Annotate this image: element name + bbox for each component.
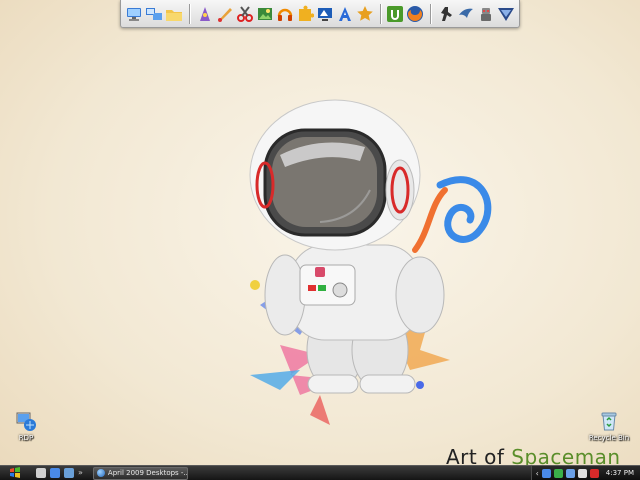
clock[interactable]: 4:37 PM (606, 469, 634, 477)
folder-icon[interactable] (165, 5, 183, 23)
wizard-icon[interactable] (196, 5, 214, 23)
desktop-icon-rdp[interactable]: RDP (4, 410, 48, 442)
dock-group-games (437, 5, 515, 23)
picture-icon[interactable] (256, 5, 274, 23)
taskbar: » April 2009 Desktops -... ‹ 4:37 PM (0, 465, 640, 480)
utorrent-icon[interactable] (386, 5, 404, 23)
tray-expand-icon[interactable]: ‹ (536, 469, 539, 478)
firefox-icon[interactable] (406, 5, 424, 23)
dock-group-system (125, 5, 183, 23)
start-button[interactable] (0, 466, 30, 480)
explorer-icon[interactable] (50, 468, 60, 478)
dock-separator (189, 3, 190, 24)
tray-update-icon[interactable] (553, 468, 563, 478)
dock-group-tools (196, 5, 374, 23)
system-tray: ‹ 4:37 PM (530, 465, 640, 480)
shield-logo-icon[interactable] (497, 5, 515, 23)
dock-separator (379, 3, 381, 24)
tray-network-icon[interactable] (541, 468, 551, 478)
media-icon[interactable] (64, 468, 74, 478)
show-desktop-icon[interactable] (36, 468, 46, 478)
desktop-icon-recycle-bin[interactable]: Recycle Bin (587, 410, 631, 442)
puzzle-icon[interactable] (296, 5, 314, 23)
taskbar-window-button[interactable]: April 2009 Desktops -... (92, 466, 188, 480)
wing-icon[interactable] (457, 5, 475, 23)
browser-icon (96, 469, 105, 477)
monitor-icon[interactable] (316, 5, 334, 23)
desktop-icon-label: Recycle Bin (588, 434, 630, 442)
quick-launch-more-icon[interactable]: » (78, 468, 83, 478)
robot-icon[interactable] (477, 5, 495, 23)
recycle-bin-icon (601, 412, 617, 431)
computer-icon[interactable] (125, 5, 143, 23)
counter-strike-icon[interactable] (437, 5, 455, 23)
network-icon[interactable] (145, 5, 163, 23)
star-icon[interactable] (356, 5, 374, 23)
windows-logo-icon (10, 467, 20, 478)
tray-volume-icon[interactable] (577, 468, 587, 478)
dock-separator (430, 3, 432, 24)
dock-group-web (386, 5, 424, 23)
taskbar-window-title: April 2009 Desktops -... (107, 469, 188, 477)
paint-icon[interactable] (216, 5, 234, 23)
spaceman-wallpaper-art (220, 95, 510, 435)
tray-antivirus-icon[interactable] (589, 468, 599, 478)
quick-launch-dock (120, 0, 520, 28)
quick-launch-bar: » (30, 468, 89, 478)
headphones-icon[interactable] (276, 5, 294, 23)
remote-desktop-icon (16, 412, 36, 431)
desktop-icon-label: RDP (18, 434, 34, 442)
tray-display-icon[interactable] (565, 468, 575, 478)
scissors-icon[interactable] (236, 5, 254, 23)
font-icon[interactable] (336, 5, 354, 23)
